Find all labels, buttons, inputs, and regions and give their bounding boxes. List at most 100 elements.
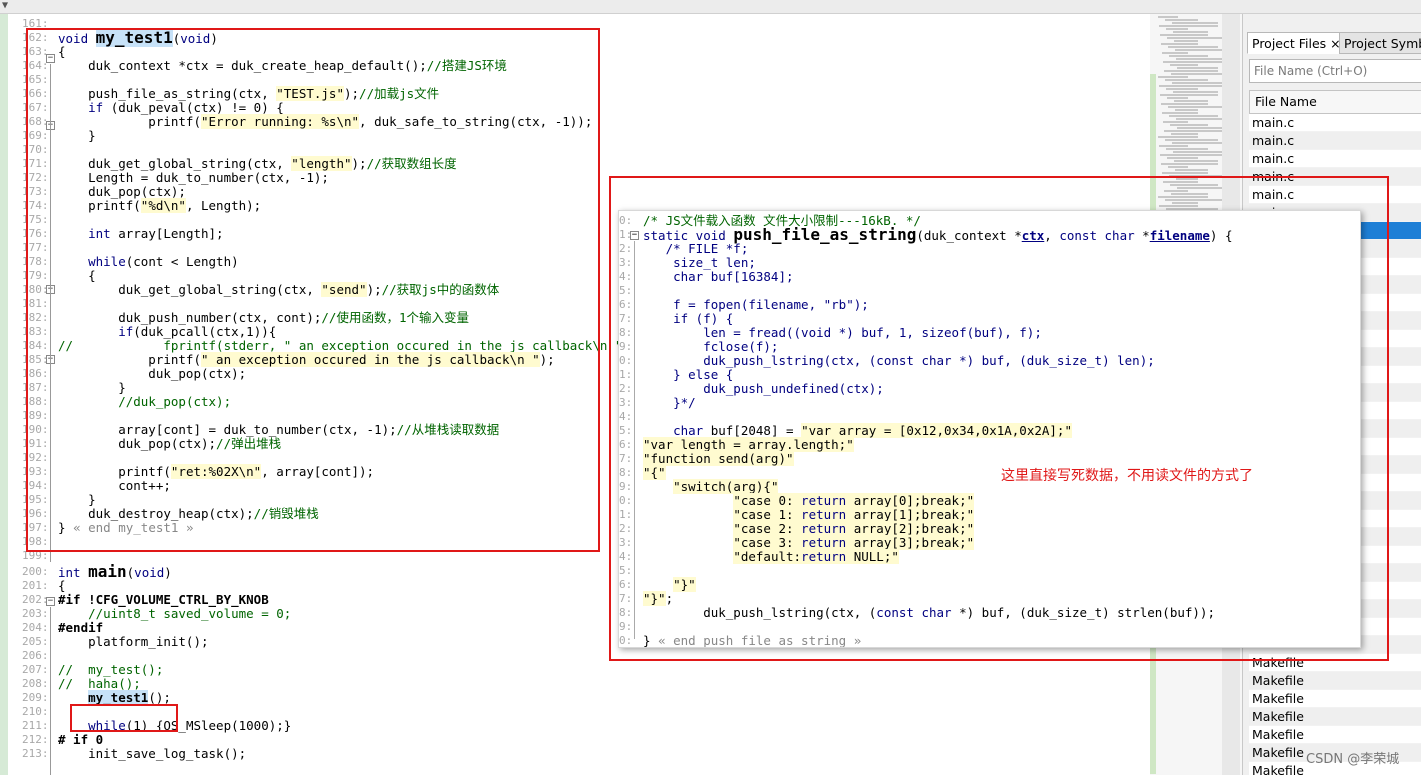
file-list-item[interactable]: main.c (1249, 186, 1421, 204)
minimap-line (1164, 190, 1188, 192)
minimap-line (1159, 145, 1188, 147)
popup-code-line: duk_push_lstring(ctx, (const char *) buf… (643, 605, 1215, 620)
minimap-line (1171, 193, 1208, 195)
minimap-line (1165, 19, 1198, 21)
popup-line-number: 1: (619, 368, 633, 381)
tab-project-symbols[interactable]: Project Symbo (1339, 32, 1421, 54)
popup-line-number: 0: (619, 354, 633, 367)
line-number: 185: (22, 353, 49, 366)
code-line: if(duk_pcall(ctx,1)){ (118, 324, 277, 339)
popup-line-number: 0: (619, 214, 633, 227)
minimap-line (1174, 40, 1198, 42)
line-number: 181: (22, 297, 49, 310)
code-line: printf("ret:%02X\n", array[cont]); (58, 464, 375, 479)
popup-line-number: 3: (619, 536, 633, 549)
line-number: 188: (22, 395, 49, 408)
popup-code-line: size_t len; (643, 255, 756, 270)
minimap-line (1159, 25, 1218, 27)
popup-line-number: 6: (619, 298, 633, 311)
code-line: array[cont] = duk_to_number(ctx, -1);//从… (58, 422, 500, 437)
line-number: 174: (22, 199, 49, 212)
fold-guide (50, 607, 51, 775)
top-strip: ▼ (0, 0, 1421, 14)
fold-toggle-icon[interactable]: − (46, 54, 55, 63)
line-number: 203: (22, 607, 49, 620)
line-number: 164: (22, 59, 49, 72)
minimap-line (1175, 109, 1198, 111)
file-list-item[interactable]: main.c (1249, 168, 1421, 186)
file-list-item[interactable]: Makefile (1249, 726, 1421, 744)
dropdown-arrow-icon[interactable]: ▼ (2, 0, 8, 11)
line-number: 200: (22, 565, 49, 578)
minimap-line (1172, 202, 1198, 204)
minimap-line (1168, 106, 1228, 108)
fold-toggle-icon[interactable]: − (46, 597, 55, 606)
popup-line-number: 8: (619, 326, 633, 339)
line-number: 196: (22, 507, 49, 520)
line-number: 199: (22, 549, 49, 562)
code-line: my_test1(); (88, 690, 171, 705)
file-name-column-header[interactable]: File Name (1249, 90, 1421, 114)
line-number: 186: (22, 367, 49, 380)
minimap-line (1172, 82, 1228, 84)
code-line: } (58, 380, 126, 395)
file-list-item[interactable]: main.c (1249, 114, 1421, 132)
minimap-line (1165, 139, 1218, 141)
code-line: } (58, 128, 96, 143)
minimap-line (1161, 163, 1218, 165)
popup-code-line: f = fopen(filename, "rb"); (643, 297, 869, 312)
file-search-input[interactable]: File Name (Ctrl+O) (1249, 59, 1421, 83)
popup-code-line: "case 2: return array[2];break;" (733, 521, 975, 536)
popup-code-line: fclose(f); (643, 339, 779, 354)
minimap-line (1176, 58, 1228, 60)
file-list-item[interactable]: main.c (1249, 132, 1421, 150)
popup-code-line: if (f) { (643, 311, 734, 326)
popup-line-number: 0: (619, 494, 633, 507)
popup-line-number: 9: (619, 340, 633, 353)
file-list-item[interactable]: Makefile (1249, 672, 1421, 690)
minimap-line (1167, 157, 1198, 159)
code-line: { (58, 44, 66, 59)
popup-line-number: 7: (619, 592, 633, 605)
popup-line-number: 7: (619, 312, 633, 325)
tab-project-files[interactable]: Project Files × (1247, 32, 1346, 54)
file-list-item[interactable]: Makefile (1249, 654, 1421, 672)
line-number: 187: (22, 381, 49, 394)
line-number: 171: (22, 157, 49, 170)
popup-line-number: 5: (619, 564, 633, 577)
popup-line-number: 3: (619, 396, 633, 409)
change-gutter (0, 14, 8, 775)
minimap-line (1175, 169, 1208, 171)
file-list-item[interactable]: Makefile (1249, 708, 1421, 726)
popup-code-line: /* FILE *f; (643, 241, 749, 256)
popup-line-number: 6: (619, 578, 633, 591)
line-number: 161: (22, 17, 49, 30)
minimap-line (1160, 94, 1218, 96)
minimap-line (1161, 43, 1198, 45)
popup-line-number: 6: (619, 438, 633, 451)
file-list-item[interactable]: main.c (1249, 150, 1421, 168)
line-number: 202: (22, 593, 49, 606)
tab-project-files-label: Project Files (1252, 36, 1327, 51)
line-number: 209: (22, 691, 49, 704)
minimap-line (1176, 178, 1198, 180)
minimap-line (1174, 100, 1208, 102)
popup-code-line: duk_push_undefined(ctx); (643, 381, 884, 396)
line-number: 204: (22, 621, 49, 634)
popup-fold-guide (634, 241, 635, 639)
code-line: void my_test1(void) (58, 28, 218, 47)
code-line: duk_get_global_string(ctx, "length");//获… (58, 156, 457, 171)
line-number: 175: (22, 213, 49, 226)
line-number: 184: (22, 339, 49, 352)
minimap-line (1168, 166, 1188, 168)
file-list-item[interactable]: Makefile (1249, 690, 1421, 708)
popup-fold-toggle-icon[interactable]: − (630, 231, 639, 240)
line-number: 191: (22, 437, 49, 450)
popup-code-line: } « end push_file_as_string » (643, 633, 862, 648)
line-number: 211: (22, 719, 49, 732)
line-number: 170: (22, 143, 49, 156)
line-number: 192: (22, 451, 49, 464)
code-preview-popup[interactable]: 0:/* JS文件载入函数 文件大小限制---16kB. */1: static … (618, 210, 1361, 648)
popup-line-number: 2: (619, 382, 633, 395)
minimap-line (1166, 148, 1208, 150)
